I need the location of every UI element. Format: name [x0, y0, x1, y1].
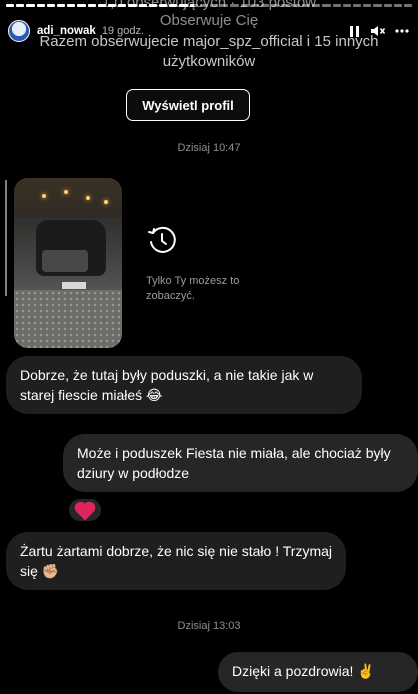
progress-segment — [352, 4, 362, 7]
progress-segment — [169, 4, 178, 7]
timestamp: Dzisiaj 10:47 — [177, 142, 241, 154]
reaction-badge[interactable] — [67, 497, 103, 523]
progress-segment — [210, 4, 219, 7]
shared-photo[interactable] — [14, 178, 122, 348]
heart-icon — [76, 503, 94, 520]
progress-segment — [240, 4, 249, 7]
message-outgoing[interactable]: Może i poduszek Fiesta nie miała, ale ch… — [63, 434, 418, 492]
history-clock-icon — [146, 224, 178, 256]
progress-segment — [230, 4, 239, 7]
reply-divider — [5, 180, 7, 296]
story-username[interactable]: adi_nowak — [37, 25, 96, 37]
progress-segment — [291, 4, 300, 7]
progress-segment — [393, 4, 402, 7]
progress-segment — [159, 4, 168, 7]
progress-segment — [36, 4, 45, 7]
progress-segment — [271, 4, 280, 7]
message-incoming[interactable]: Żartu żartami dobrze, że nic się nie sta… — [6, 532, 346, 590]
timestamp: Dzisiaj 13:03 — [177, 620, 241, 632]
progress-segment — [403, 4, 413, 7]
progress-segment — [57, 4, 66, 7]
view-once-text: Tylko Ty możesz to zobaczyć. — [146, 275, 240, 302]
progress-segment — [220, 4, 229, 7]
avatar[interactable] — [8, 20, 30, 42]
progress-segment — [363, 4, 372, 7]
progress-segment — [6, 4, 15, 7]
progress-segment — [128, 4, 137, 7]
progress-segment — [250, 4, 260, 7]
view-profile-button[interactable]: Wyświetl profil — [126, 89, 250, 121]
story-age: 19 godz. — [101, 25, 145, 37]
progress-segment — [189, 4, 198, 7]
progress-segment — [148, 4, 158, 7]
progress-segment — [179, 4, 188, 7]
progress-segment — [87, 4, 96, 7]
speaker-muted-icon[interactable] — [370, 23, 386, 39]
progress-segment — [322, 4, 331, 7]
progress-segment — [67, 4, 76, 7]
progress-segment — [97, 4, 107, 7]
progress-segment — [281, 4, 290, 7]
progress-segment — [26, 4, 35, 7]
progress-segment — [77, 4, 86, 7]
progress-segment — [16, 4, 25, 7]
progress-segment — [46, 4, 56, 7]
message-outgoing[interactable]: Dzięki a pozdrowia! ✌️ — [218, 652, 418, 692]
story-header: adi_nowak 19 godz. — [8, 18, 410, 44]
progress-segment — [342, 4, 351, 7]
progress-segment — [199, 4, 209, 7]
progress-segment — [138, 4, 147, 7]
progress-segment — [118, 4, 127, 7]
progress-segment — [301, 4, 311, 7]
more-icon[interactable] — [394, 23, 410, 39]
story-progress-bar — [6, 4, 413, 7]
progress-segment — [332, 4, 341, 7]
progress-segment — [261, 4, 270, 7]
progress-segment — [373, 4, 382, 7]
progress-segment — [108, 4, 117, 7]
pause-icon[interactable] — [346, 23, 362, 39]
progress-segment — [383, 4, 392, 7]
message-incoming[interactable]: Dobrze, że tutaj były poduszki, a nie ta… — [6, 356, 362, 414]
progress-segment — [312, 4, 321, 7]
